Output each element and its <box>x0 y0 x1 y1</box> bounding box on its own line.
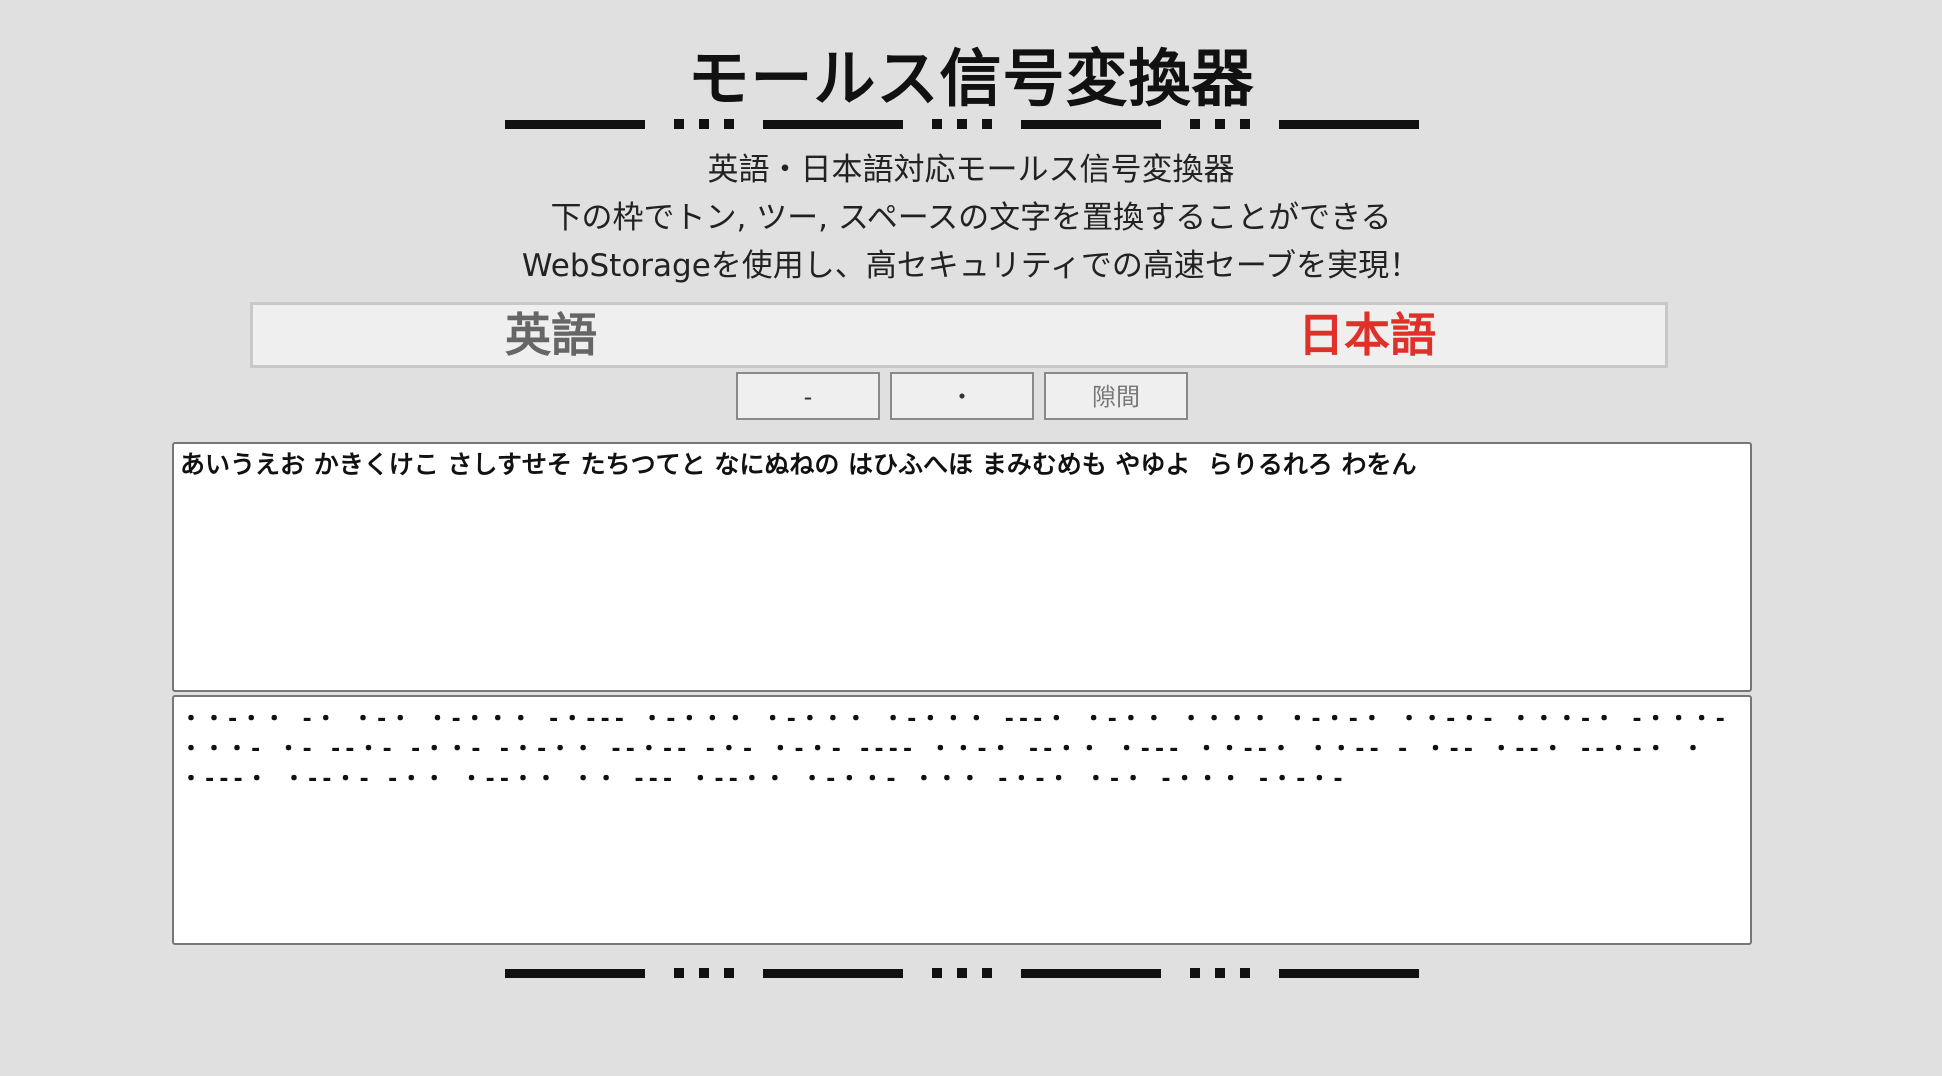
morse-dash <box>763 119 903 129</box>
morse-dots <box>1190 119 1250 129</box>
page-title: モールス信号変換器 <box>687 42 1255 115</box>
morse-dots <box>674 968 734 978</box>
text-input-area[interactable]: あいうえお かきくけこ さしすせそ たちつてと なにぬねの はひふへほ まみむめ… <box>172 442 1752 692</box>
page: モールス信号変換器 英語・日本語対応モールス信号変換器 下の枠でトン, ツー, … <box>0 0 1942 1076</box>
morse-dots <box>674 119 734 129</box>
morse-dash <box>1279 968 1419 978</box>
morse-decoration-bottom <box>505 965 1419 981</box>
dot-button[interactable]: ・ <box>890 372 1034 420</box>
description-line-3: WebStorageを使用し、高セキュリティでの高速セーブを実現！ <box>521 248 1421 284</box>
morse-dots <box>932 968 992 978</box>
morse-dash <box>763 968 903 978</box>
symbol-buttons: - ・ 隙間 <box>736 372 1188 420</box>
description-line-1: 英語・日本語対応モールス信号変換器 <box>707 152 1235 188</box>
morse-dash <box>1021 968 1161 978</box>
morse-output-area[interactable]: ・・-・・ -・ ・-・ ・-・・・ -・--- ・-・・・ ・-・・・ ・-・… <box>172 695 1752 945</box>
morse-dots <box>932 119 992 129</box>
tab-japanese[interactable]: 日本語 <box>959 305 1665 365</box>
tab-english[interactable]: 英語 <box>253 305 959 365</box>
morse-dots <box>1190 968 1250 978</box>
morse-dash <box>505 968 645 978</box>
gap-button[interactable]: 隙間 <box>1044 372 1188 420</box>
morse-decoration-top <box>505 116 1419 132</box>
description-line-2: 下の枠でトン, ツー, スペースの文字を置換することができる <box>550 200 1392 236</box>
morse-dash <box>1279 119 1419 129</box>
morse-dash <box>505 119 645 129</box>
morse-dash <box>1021 119 1161 129</box>
language-switcher: 英語 日本語 <box>250 302 1668 368</box>
dash-button[interactable]: - <box>736 372 880 420</box>
